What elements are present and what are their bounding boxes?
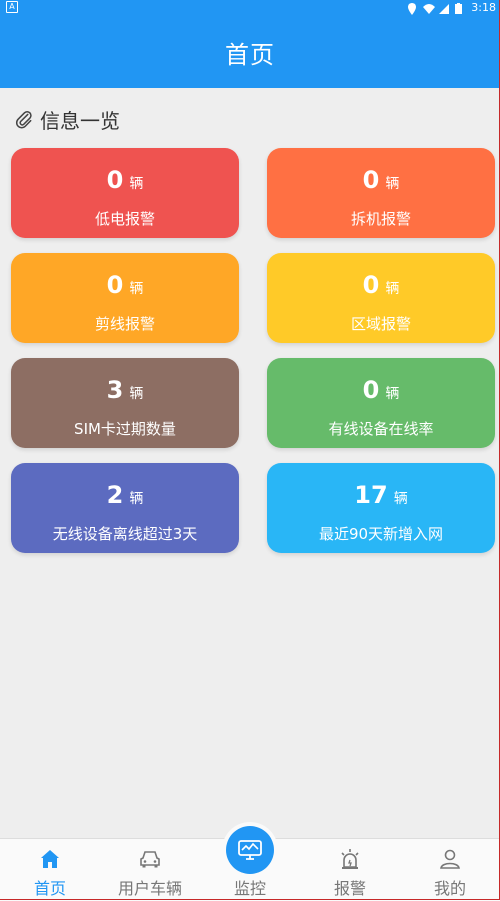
- card-value: 17: [354, 481, 388, 509]
- nav-home[interactable]: 首页: [0, 839, 100, 901]
- nav-mine[interactable]: 我的: [400, 839, 500, 901]
- nav-vehicles-label: 用户车辆: [117, 879, 182, 898]
- card-unit: 辆: [385, 386, 400, 402]
- card-value: 0: [106, 271, 124, 299]
- location-icon: [407, 3, 417, 15]
- section-header: 信息一览: [14, 104, 120, 134]
- card-wireless-offline[interactable]: 2辆 无线设备离线超过3天: [11, 463, 239, 553]
- status-time: 3:18: [471, 1, 496, 14]
- car-icon: [140, 851, 160, 868]
- card-unit: 辆: [385, 281, 400, 297]
- card-value: 3: [106, 376, 124, 404]
- signal-icon: [439, 3, 450, 14]
- card-area-alarm[interactable]: 0辆 区域报警: [267, 253, 495, 343]
- card-value: 0: [362, 166, 380, 194]
- card-new-network-90days[interactable]: 17 辆 最近90天新增入网: [267, 463, 495, 553]
- card-unit: 辆: [129, 491, 144, 507]
- card-value: 0: [106, 166, 124, 194]
- card-value: 2: [106, 481, 124, 509]
- nav-alarm-label: 报警: [333, 879, 366, 898]
- card-wire-cut-alarm[interactable]: 0辆 剪线报警: [11, 253, 239, 343]
- nav-vehicles[interactable]: 用户车辆: [100, 839, 200, 901]
- card-dismantle-alarm[interactable]: 0辆 拆机报警: [267, 148, 495, 238]
- home-icon: [41, 850, 59, 868]
- monitor-icon: [238, 840, 262, 860]
- card-label: 无线设备离线超过3天: [52, 525, 198, 543]
- card-label: 剪线报警: [94, 315, 155, 333]
- card-low-battery-alarm[interactable]: 0辆 低电报警: [11, 148, 239, 238]
- wifi-icon: [423, 3, 436, 14]
- card-unit: 辆: [129, 386, 144, 402]
- card-label: 低电报警: [94, 210, 155, 228]
- alarm-light-icon: [341, 849, 359, 869]
- card-label: 区域报警: [350, 315, 411, 333]
- card-label: 最近90天新增入网: [318, 525, 444, 543]
- card-unit: 辆: [129, 176, 144, 192]
- card-sim-expired[interactable]: 3辆 SIM卡过期数量: [11, 358, 239, 448]
- card-value: 0: [362, 376, 380, 404]
- notification-icon: A: [6, 1, 18, 13]
- card-value: 0: [362, 271, 380, 299]
- nav-home-label: 首页: [33, 879, 66, 898]
- monitor-button[interactable]: [226, 826, 274, 874]
- card-wired-online-rate[interactable]: 0辆 有线设备在线率: [267, 358, 495, 448]
- card-label: 拆机报警: [350, 210, 411, 228]
- nav-monitor-label: 监控: [233, 879, 266, 898]
- card-unit: 辆: [129, 281, 144, 297]
- section-title: 信息一览: [40, 108, 120, 133]
- status-indicators: 3:18: [407, 0, 496, 16]
- page-title: 首页: [0, 16, 500, 88]
- battery-icon: [455, 3, 465, 14]
- nav-mine-label: 我的: [433, 879, 466, 898]
- status-bar: A 3:18: [0, 0, 500, 16]
- user-icon: [440, 849, 460, 869]
- paperclip-icon: [15, 110, 32, 129]
- nav-alarm[interactable]: 报警: [300, 839, 400, 901]
- card-label: SIM卡过期数量: [74, 420, 176, 438]
- card-label: 有线设备在线率: [328, 420, 434, 438]
- card-unit: 辆: [393, 491, 408, 507]
- card-unit: 辆: [385, 176, 400, 192]
